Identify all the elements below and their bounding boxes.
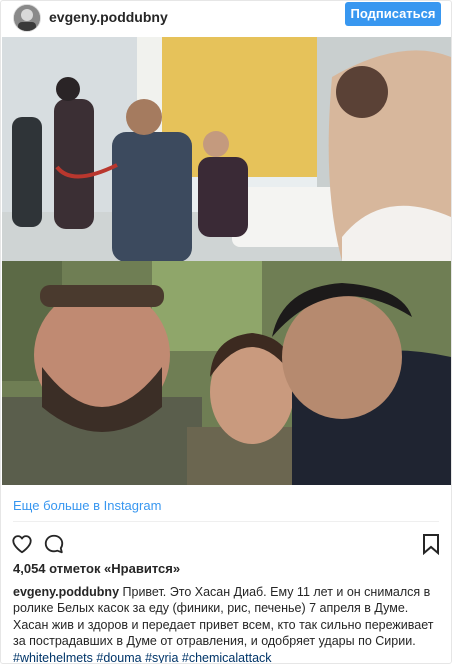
post-caption: evgeny.poddubny Привет. Это Хасан Диаб. … [13, 584, 441, 663]
action-bar [1, 529, 451, 559]
bookmark-icon[interactable] [421, 533, 441, 560]
comment-icon[interactable] [43, 533, 65, 560]
hashtag[interactable]: #syria [145, 651, 178, 663]
post-header: evgeny.poddubny Подписаться [1, 1, 451, 35]
photo-top [2, 37, 451, 262]
likes-count[interactable]: 4,054 отметок «Нравится» [13, 561, 180, 576]
caption-username[interactable]: evgeny.poddubny [13, 585, 119, 599]
avatar[interactable] [13, 4, 41, 32]
hashtags: #whitehelmets #douma #syria #chemicalatt… [13, 651, 272, 663]
photo-bottom [2, 261, 451, 485]
hashtag[interactable]: #whitehelmets [13, 651, 93, 663]
username[interactable]: evgeny.poddubny [49, 9, 168, 25]
hashtag[interactable]: #douma [96, 651, 141, 663]
heart-icon[interactable] [11, 533, 33, 560]
hashtag[interactable]: #chemicalattack [182, 651, 272, 663]
more-in-instagram-link[interactable]: Еще больше в Instagram [13, 498, 161, 513]
post-photo[interactable] [2, 37, 451, 485]
divider [13, 521, 439, 522]
instagram-embed-card: evgeny.poddubny Подписаться Еще больше в… [0, 0, 452, 664]
follow-button[interactable]: Подписаться [345, 2, 441, 26]
